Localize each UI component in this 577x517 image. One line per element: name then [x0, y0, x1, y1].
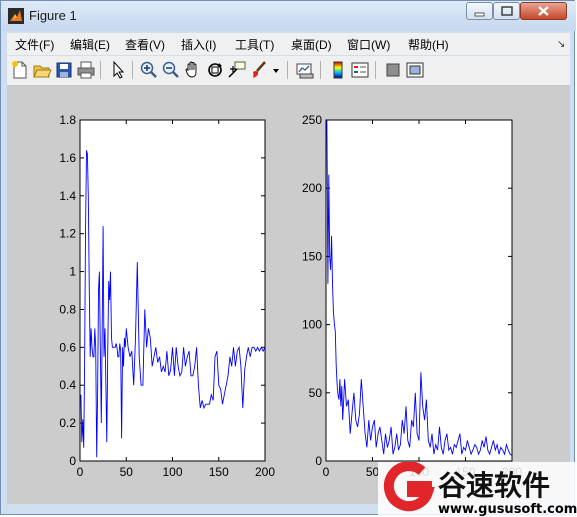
new-figure-icon[interactable]	[10, 60, 30, 80]
x-tick-label: 150	[209, 465, 229, 479]
y-tick-label: 50	[309, 386, 323, 400]
y-tick-label: 200	[302, 181, 322, 195]
y-tick-label: 1	[69, 265, 76, 279]
x-tick-label: 100	[162, 465, 182, 479]
menu-edit[interactable]: 编辑(E)	[70, 36, 110, 53]
axes-right[interactable]: 050100150200050100150200250	[302, 113, 522, 479]
data-cursor-icon[interactable]	[227, 60, 247, 80]
menu-bar: 文件(F) 编辑(E) 查看(V) 插入(I) 工具(T) 桌面(D) 窗口(W…	[7, 33, 570, 55]
y-tick-label: 0.8	[59, 302, 76, 316]
menu-insert[interactable]: 插入(I)	[181, 36, 216, 53]
brush-dropdown-icon[interactable]	[271, 60, 281, 80]
y-tick-label: 1.6	[59, 151, 76, 165]
y-tick-label: 1.4	[59, 189, 76, 203]
menu-help[interactable]: 帮助(H)	[408, 36, 449, 53]
brush-icon[interactable]	[249, 60, 269, 80]
open-file-icon[interactable]	[32, 60, 52, 80]
y-tick-label: 1.8	[59, 113, 76, 127]
show-plot-tools-icon[interactable]	[405, 60, 425, 80]
y-tick-label: 100	[302, 318, 322, 332]
rotate-3d-icon[interactable]	[205, 60, 225, 80]
maximize-icon	[501, 6, 513, 16]
x-tick-label: 0	[77, 465, 84, 479]
x-tick-label: 0	[323, 465, 330, 479]
menu-overflow-icon[interactable]: ↘	[557, 39, 565, 50]
minimize-button[interactable]	[466, 2, 493, 20]
figure-window: Figure 1 文件(F) 编辑(E) 查看(V) 插入(I) 工具(T) 桌…	[0, 0, 576, 515]
y-tick-label: 150	[302, 249, 322, 263]
matlab-icon	[8, 8, 24, 24]
axes-background	[325, 119, 513, 462]
watermark: 谷速软件 www.gususoft.com	[378, 462, 577, 517]
hide-plot-tools-icon[interactable]	[383, 60, 403, 80]
watermark-url: www.gususoft.com	[438, 502, 577, 517]
plot-area: 0 50 100 150 200 0 0.2 0.4 0.6 0.8 1 1.2 1.4 1.6 1.8 0…	[59, 113, 522, 479]
minimize-icon	[474, 12, 485, 17]
y-tick-label: 0	[69, 454, 76, 468]
x-tick-label: 50	[120, 465, 134, 479]
y-tick-label: 0.4	[59, 378, 76, 392]
menu-file[interactable]: 文件(F)	[15, 36, 54, 53]
close-button[interactable]	[520, 2, 567, 20]
zoom-in-icon[interactable]	[139, 60, 159, 80]
y-tick-label: 250	[302, 113, 322, 127]
colorbar-icon[interactable]	[328, 60, 348, 80]
menu-desktop[interactable]: 桌面(D)	[291, 36, 332, 53]
title-bar[interactable]: Figure 1	[1, 1, 576, 31]
edit-plot-arrow-icon[interactable]	[108, 60, 128, 80]
zoom-out-icon[interactable]	[161, 60, 181, 80]
y-tick-label: 0	[315, 454, 322, 468]
x-tick-label: 200	[255, 465, 275, 479]
watermark-brand: 谷速软件	[438, 469, 550, 502]
axes-background	[79, 119, 266, 462]
print-icon[interactable]	[76, 60, 96, 80]
link-plot-icon[interactable]	[295, 60, 315, 80]
pan-hand-icon[interactable]	[183, 60, 203, 80]
axes-left[interactable]: 0 50 100 150 200 0 0.2 0.4 0.6 0.8 1 1.2 1.4 1.6 1.8	[59, 113, 275, 479]
y-tick-label: 1.2	[59, 227, 76, 241]
save-icon[interactable]	[54, 60, 74, 80]
figure-toolbar	[7, 56, 570, 86]
figure-canvas: 0 50 100 150 200 0 0.2 0.4 0.6 0.8 1 1.2 1.4 1.6 1.8 0…	[7, 86, 570, 504]
maximize-button[interactable]	[493, 2, 520, 20]
window-title: Figure 1	[29, 8, 77, 23]
y-tick-label: 0.2	[59, 416, 76, 430]
close-icon	[538, 6, 549, 16]
y-tick-label: 0.6	[59, 340, 76, 354]
menu-tools[interactable]: 工具(T)	[235, 36, 274, 53]
menu-view[interactable]: 查看(V)	[125, 36, 165, 53]
menu-window[interactable]: 窗口(W)	[347, 36, 390, 53]
legend-icon[interactable]	[350, 60, 370, 80]
